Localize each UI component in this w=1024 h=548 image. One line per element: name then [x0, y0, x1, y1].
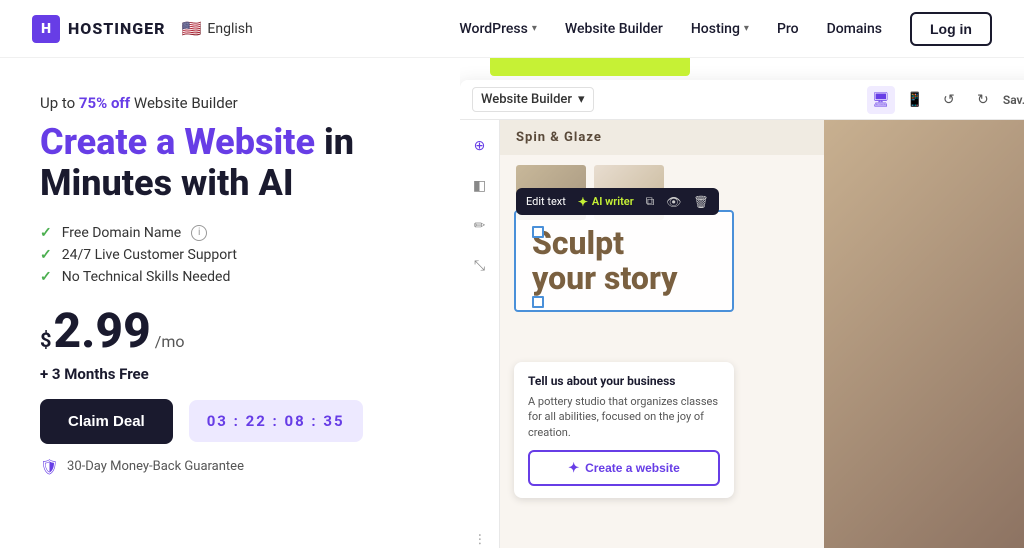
sidebar-design-tool[interactable]: ✏ — [466, 212, 494, 240]
info-icon[interactable]: i — [191, 225, 207, 241]
flag-icon: 🇺🇸 — [182, 19, 202, 38]
logo-icon: H — [32, 15, 60, 43]
logo[interactable]: H HOSTINGER — [32, 15, 166, 43]
free-months: + 3 Months Free — [40, 365, 420, 383]
eye-icon[interactable]: 👁 — [666, 195, 681, 209]
hero-left-panel: Up to 75% off Website Builder Create a W… — [0, 58, 460, 548]
undo-icon[interactable]: ↺ — [935, 86, 963, 114]
builder-sidebar: ⊕ ◧ ✏ ⤡ ··· — [460, 120, 500, 548]
create-website-label: Create a website — [585, 461, 680, 475]
business-panel-title: Tell us about your business — [528, 374, 720, 388]
text-edit-popup: Edit text ✦ AI writer ⧉ 👁 🗑 — [516, 188, 719, 215]
edit-text-button[interactable]: Edit text — [526, 195, 566, 208]
builder-toolbar: Website Builder ▾ 🖥 📱 ↺ ↻ Sav... — [460, 80, 1024, 120]
preview-site: Spin & Glaze Edit text ✦ AI w — [500, 120, 1024, 548]
nav-website-builder[interactable]: Website Builder — [565, 21, 663, 37]
duplicate-icon[interactable]: ⧉ — [646, 194, 655, 209]
cta-row: Claim Deal 03 : 22 : 08 : 35 — [40, 399, 420, 444]
sidebar-add-tool[interactable]: ⊕ — [466, 132, 494, 160]
headline-accent: Create a Website — [40, 121, 324, 163]
promo-suffix: Website Builder — [134, 94, 238, 112]
feature-item: ✓ 24/7 Live Customer Support — [40, 247, 420, 263]
currency-symbol: $ — [40, 328, 51, 352]
ai-writer-label: AI writer — [592, 195, 634, 208]
builder-body: ⊕ ◧ ✏ ⤡ ··· Spin & Glaze — [460, 120, 1024, 548]
sparkle-icon: ✦ — [568, 460, 579, 476]
nav-domains[interactable]: Domains — [827, 21, 882, 37]
feature-item: ✓ No Technical Skills Needed — [40, 269, 420, 285]
guarantee-text: 🛡 30-Day Money-Back Guarantee — [40, 458, 420, 476]
main-content: Up to 75% off Website Builder Create a W… — [0, 58, 1024, 548]
language-selector[interactable]: 🇺🇸 English — [182, 19, 253, 38]
business-info-panel: Tell us about your business A pottery st… — [514, 362, 734, 498]
price-amount: 2.99 — [53, 307, 150, 355]
mobile-view-icon[interactable]: 📱 — [901, 86, 929, 114]
nav-wordpress[interactable]: WordPress ▾ — [459, 21, 536, 37]
sculpt-text: Sculpt your story — [532, 226, 716, 296]
builder-window: Website Builder ▾ 🖥 📱 ↺ ↻ Sav... ⊕ ◧ ✏ — [460, 80, 1024, 548]
feature-text: Free Domain Name — [62, 225, 181, 241]
check-icon: ✓ — [40, 247, 52, 263]
ai-writer-button[interactable]: ✦ AI writer — [578, 195, 634, 209]
green-accent-bar — [490, 58, 690, 76]
trash-icon[interactable]: 🗑 — [693, 195, 708, 209]
logo-text: HOSTINGER — [68, 19, 166, 38]
check-icon: ✓ — [40, 225, 52, 241]
promo-text: Up to 75% off Website Builder — [40, 94, 420, 112]
guarantee-label: 30-Day Money-Back Guarantee — [67, 459, 244, 474]
main-nav: WordPress ▾ Website Builder Hosting ▾ Pr… — [459, 12, 992, 46]
pricing-section: $ 2.99 /mo — [40, 307, 420, 359]
ai-star-icon: ✦ — [578, 195, 588, 209]
sidebar-layers-tool[interactable]: ◧ — [466, 172, 494, 200]
nav-hosting[interactable]: Hosting ▾ — [691, 21, 749, 37]
sidebar-crop-tool[interactable]: ⤡ — [466, 252, 494, 280]
person-image — [824, 120, 1024, 548]
builder-preview-panel: Website Builder ▾ 🖥 📱 ↺ ↻ Sav... ⊕ ◧ ✏ — [460, 58, 1024, 548]
preview-site-name: Spin & Glaze — [516, 130, 602, 145]
builder-view-dropdown[interactable]: Website Builder ▾ — [472, 87, 594, 112]
builder-toolbar-right: 🖥 📱 ↺ ↻ Sav... — [867, 86, 1024, 114]
feature-text: No Technical Skills Needed — [62, 269, 231, 285]
login-button[interactable]: Log in — [910, 12, 992, 46]
feature-text: 24/7 Live Customer Support — [62, 247, 237, 263]
builder-canvas: Spin & Glaze Edit text ✦ AI w — [500, 120, 1024, 548]
sidebar-more-icon[interactable]: ··· — [470, 533, 489, 546]
price-period: /mo — [155, 332, 185, 351]
main-headline: Create a Website inMinutes with AI — [40, 122, 420, 205]
promo-percent: 75% off — [79, 94, 130, 112]
price-row: $ 2.99 /mo — [40, 307, 420, 355]
countdown-timer: 03 : 22 : 08 : 35 — [189, 400, 363, 442]
main-header: H HOSTINGER 🇺🇸 English WordPress ▾ Websi… — [0, 0, 1024, 58]
create-website-button[interactable]: ✦ Create a website — [528, 450, 720, 486]
selected-text-element[interactable]: Sculpt your story — [514, 210, 734, 312]
check-icon: ✓ — [40, 269, 52, 285]
shield-icon: 🛡 — [40, 458, 59, 476]
features-list: ✓ Free Domain Name i ✓ 24/7 Live Custome… — [40, 225, 420, 285]
language-label: English — [207, 21, 252, 37]
desktop-view-icon[interactable]: 🖥 — [867, 86, 895, 114]
feature-item: ✓ Free Domain Name i — [40, 225, 420, 241]
chevron-down-icon: ▾ — [744, 23, 749, 34]
claim-deal-button[interactable]: Claim Deal — [40, 399, 173, 444]
business-panel-desc: A pottery studio that organizes classes … — [528, 394, 720, 440]
nav-pro[interactable]: Pro — [777, 21, 799, 37]
builder-dropdown-label: Website Builder — [481, 92, 572, 107]
chevron-down-icon: ▾ — [532, 23, 537, 34]
redo-icon[interactable]: ↻ — [969, 86, 997, 114]
dropdown-chevron-icon: ▾ — [578, 92, 585, 107]
header-left: H HOSTINGER 🇺🇸 English — [32, 15, 253, 43]
save-label[interactable]: Sav... — [1003, 93, 1024, 107]
